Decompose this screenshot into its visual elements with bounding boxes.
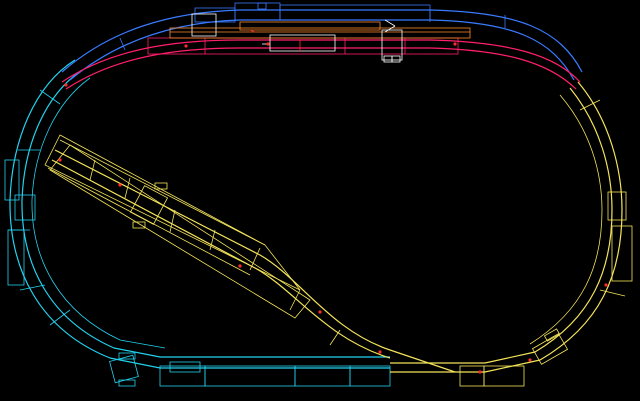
joint-marker <box>184 44 188 48</box>
track-layout-canvas <box>0 0 640 401</box>
rail-joint-markers <box>58 42 608 374</box>
joint-marker <box>378 350 382 354</box>
joint-marker <box>604 283 608 287</box>
joint-marker <box>118 183 122 187</box>
joint-marker <box>318 310 322 314</box>
joint-marker <box>58 158 62 162</box>
top-inner-track <box>61 37 581 90</box>
joint-marker <box>453 42 457 46</box>
right-curve-track <box>390 81 633 387</box>
joint-marker <box>266 42 270 46</box>
joint-marker <box>528 358 532 362</box>
siding-track <box>44 134 456 373</box>
joint-marker <box>64 83 68 87</box>
joint-marker <box>238 264 242 268</box>
top-outer-track <box>61 2 583 81</box>
joint-marker <box>478 370 482 374</box>
